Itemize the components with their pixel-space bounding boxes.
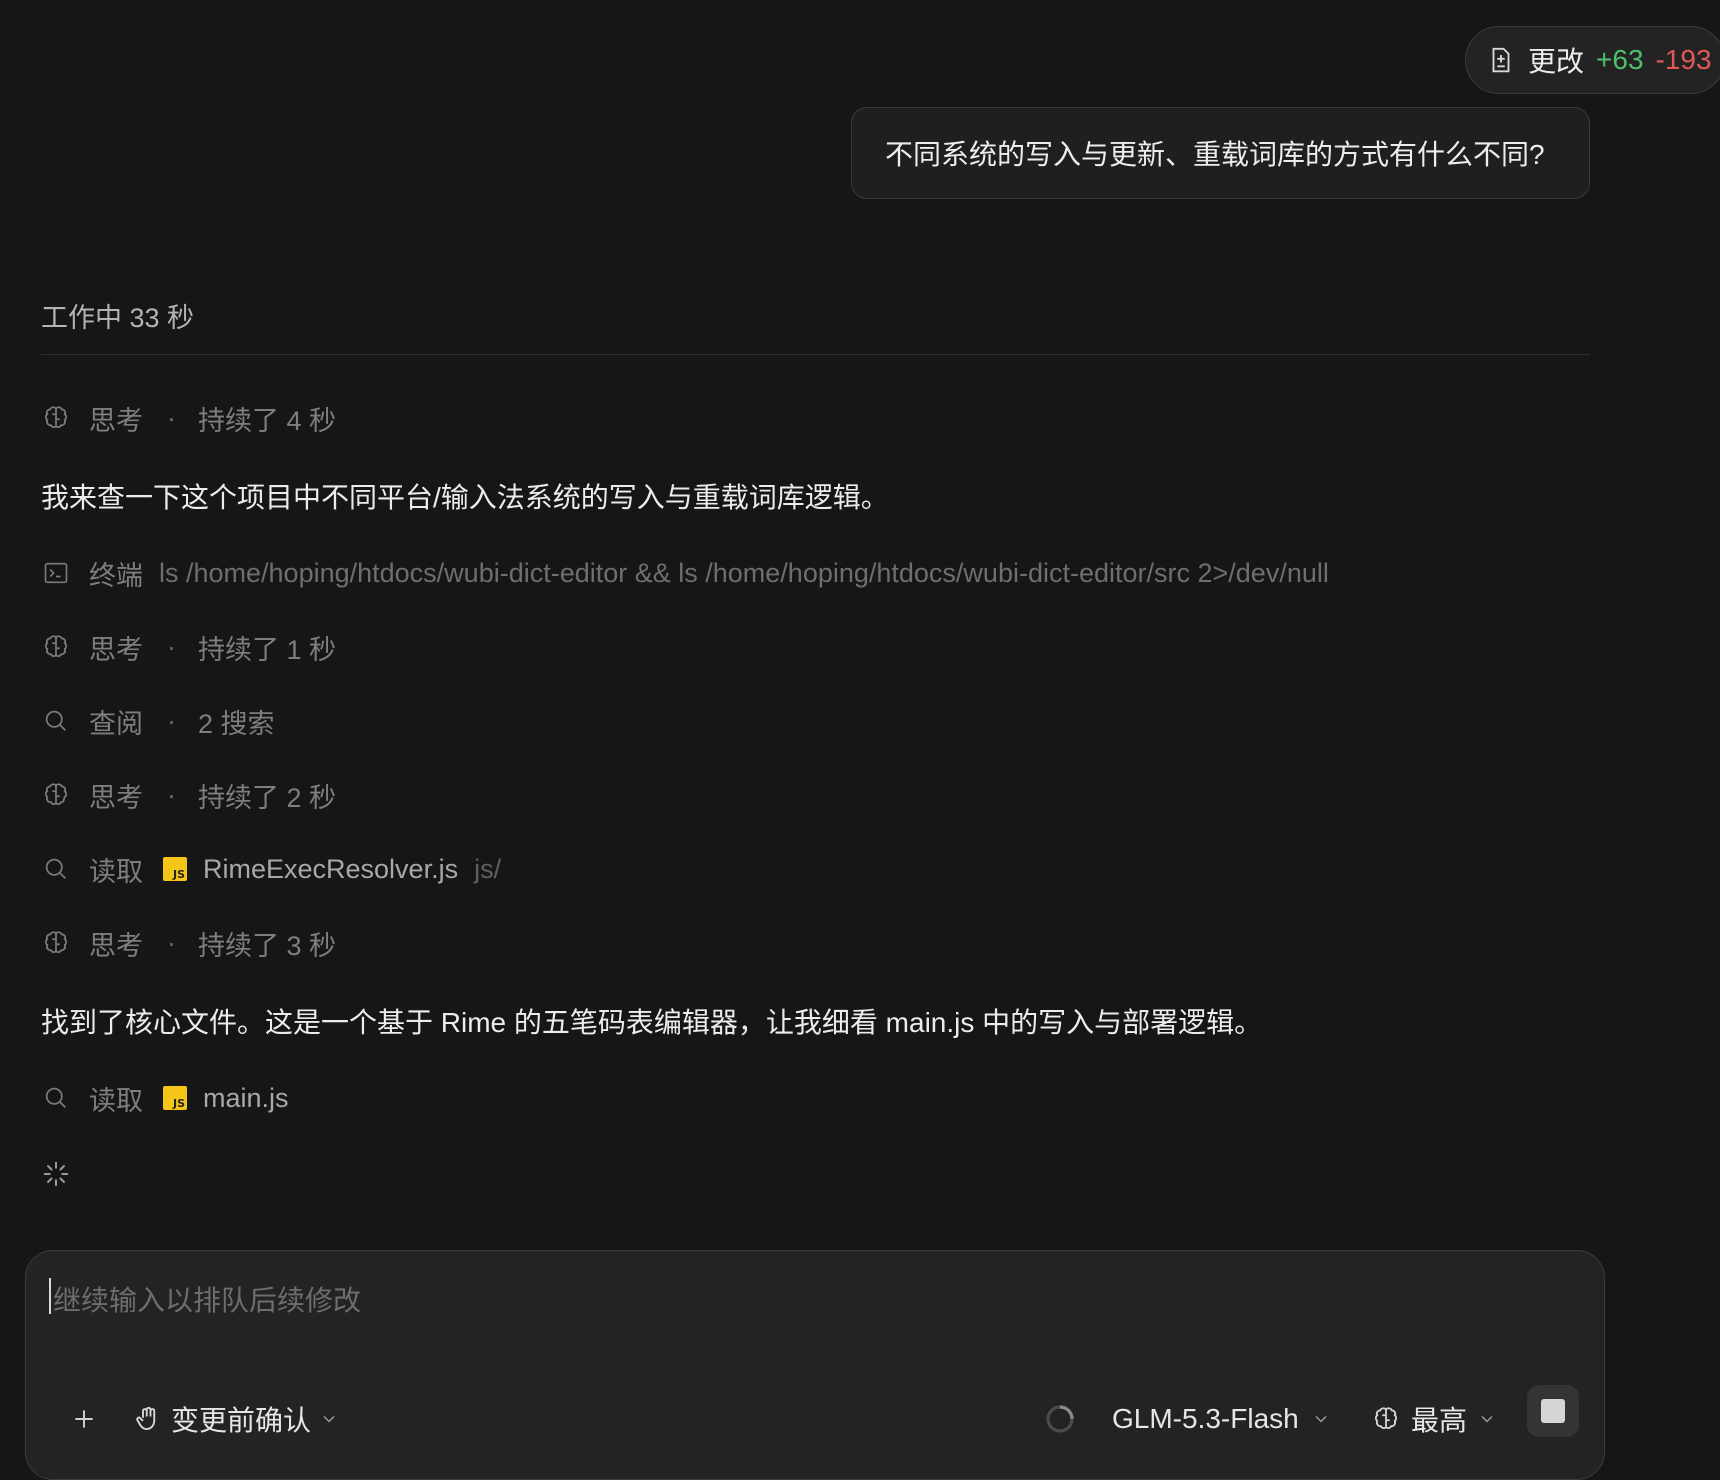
js-file-icon: JS: [163, 857, 187, 881]
plus-icon: [75, 1410, 93, 1428]
separator-dot: ·: [167, 631, 176, 662]
step-think[interactable]: 思考 · 持续了 4 秒: [41, 398, 336, 438]
step-label: 思考: [89, 930, 143, 961]
file-name[interactable]: main.js: [203, 1083, 289, 1114]
search-icon: [41, 706, 71, 736]
text-caret: [49, 1278, 51, 1314]
step-think[interactable]: 思考 · 持续了 1 秒: [41, 627, 336, 667]
add-attachment-button[interactable]: [64, 1399, 104, 1439]
step-label: 思考: [89, 634, 143, 665]
approval-mode-label: 变更前确认: [171, 1405, 312, 1436]
separator-dot: ·: [167, 779, 176, 810]
lines-removed: -193: [1655, 44, 1712, 75]
step-search[interactable]: 查阅 · 2 搜索: [41, 701, 275, 741]
user-message: 不同系统的写入与更新、重载词库的方式有什么不同?: [851, 107, 1590, 199]
step-label: 思考: [89, 405, 143, 436]
progress-ring-icon: [1046, 1405, 1074, 1433]
approval-mode-dropdown[interactable]: 变更前确认: [133, 1397, 339, 1441]
changes-summary-button[interactable]: 更改 +63 -193: [1465, 26, 1720, 94]
brain-icon: [41, 780, 71, 810]
assistant-text: 我来查一下这个项目中不同平台/输入法系统的写入与重载词库逻辑。: [41, 482, 889, 513]
divider: [41, 354, 1590, 355]
changes-label: 更改: [1528, 46, 1585, 77]
user-message-text: 不同系统的写入与更新、重载词库的方式有什么不同?: [885, 139, 1545, 170]
step-terminal[interactable]: 终端 ls /home/hoping/htdocs/wubi-dict-edit…: [41, 553, 1329, 593]
step-read[interactable]: 读取 JS RimeExecResolver.js js/: [41, 849, 501, 889]
work-status: 工作中 33 秒: [41, 303, 195, 333]
composer-input[interactable]: 继续输入以排队后续修改: [53, 1279, 361, 1319]
hand-icon: [136, 1406, 156, 1430]
brain-icon: [41, 928, 71, 958]
chevron-down-icon: [1481, 1415, 1493, 1423]
reasoning-effort-dropdown[interactable]: 最高: [1371, 1397, 1497, 1441]
step-label: 思考: [89, 782, 143, 813]
terminal-command: ls /home/hoping/htdocs/wubi-dict-editor …: [159, 557, 1329, 588]
step-label: 终端: [89, 560, 143, 591]
lines-added: +63: [1596, 44, 1644, 75]
chevron-down-icon: [1315, 1415, 1327, 1423]
assistant-text: 找到了核心文件。这是一个基于 Rime 的五笔码表编辑器，让我细看 main.j…: [41, 1007, 1263, 1038]
loading-spinner-icon: [41, 1159, 71, 1189]
step-read[interactable]: 读取 JS main.js: [41, 1078, 289, 1118]
chevron-down-icon: [323, 1415, 335, 1423]
brain-icon: [41, 632, 71, 662]
brain-icon: [1374, 1407, 1398, 1429]
step-detail: 持续了 4 秒: [198, 405, 337, 436]
step-label: 查阅: [89, 708, 143, 739]
step-detail: 持续了 1 秒: [198, 634, 337, 665]
search-icon: [41, 854, 71, 884]
stop-button[interactable]: [1527, 1385, 1579, 1437]
brain-icon: [41, 403, 71, 433]
model-label: GLM-5.3-Flash: [1112, 1403, 1299, 1434]
stop-icon: [1541, 1399, 1565, 1423]
js-file-icon: JS: [163, 1086, 187, 1110]
effort-label: 最高: [1411, 1405, 1468, 1436]
step-think[interactable]: 思考 · 持续了 3 秒: [41, 923, 336, 963]
separator-dot: ·: [167, 705, 176, 736]
step-label: 读取: [89, 856, 143, 887]
step-label: 读取: [89, 1085, 143, 1116]
step-detail: 持续了 2 秒: [198, 782, 337, 813]
file-diff-icon: [1486, 45, 1516, 75]
terminal-icon: [41, 558, 71, 588]
step-detail: 2 搜索: [198, 708, 275, 739]
message-composer[interactable]: 继续输入以排队后续修改 变更前确认 GLM-5.3-Flash 最高: [25, 1250, 1605, 1480]
file-name[interactable]: RimeExecResolver.js: [203, 854, 458, 885]
separator-dot: ·: [167, 927, 176, 958]
step-think[interactable]: 思考 · 持续了 2 秒: [41, 775, 336, 815]
separator-dot: ·: [167, 402, 176, 433]
file-path: js/: [474, 853, 502, 884]
step-detail: 持续了 3 秒: [198, 930, 337, 961]
model-selector-dropdown[interactable]: GLM-5.3-Flash: [1044, 1397, 1331, 1441]
search-icon: [41, 1083, 71, 1113]
